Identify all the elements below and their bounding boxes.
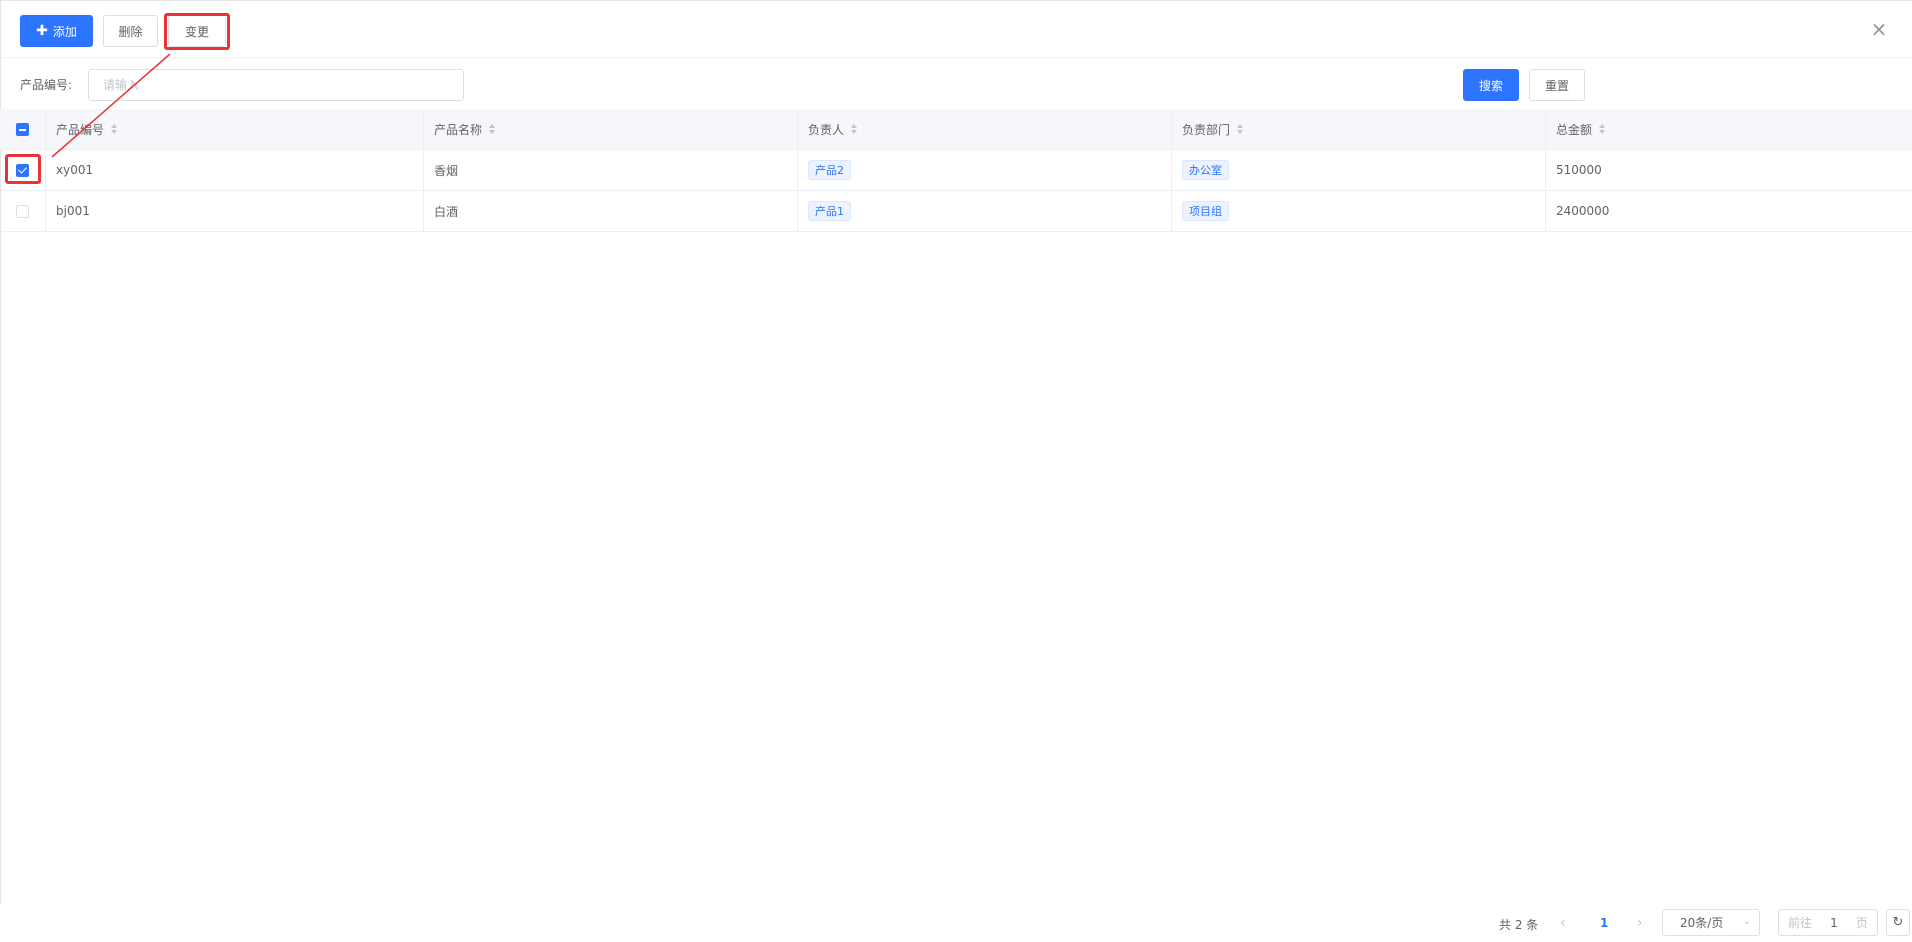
total-count: 共 2 条: [1499, 918, 1539, 932]
column-header-dept[interactable]: 负责部门: [1172, 109, 1546, 149]
cell-dept: 办公室: [1172, 150, 1546, 190]
column-header-code[interactable]: 产品编号: [46, 109, 424, 149]
sort-icon[interactable]: [1598, 123, 1606, 135]
column-header-label: 负责部门: [1182, 122, 1231, 137]
cell-code: xy001: [46, 150, 424, 190]
page-jumper[interactable]: 前往 1 页: [1778, 909, 1878, 936]
column-header-label: 产品名称: [434, 122, 483, 137]
add-button-label: 添加: [52, 24, 77, 39]
cell-name: 白酒: [424, 191, 798, 231]
select-all-checkbox[interactable]: [16, 122, 29, 136]
cell-owner: 产品1: [798, 191, 1172, 231]
column-header-label: 负责人: [808, 122, 845, 137]
select-all-cell: [0, 109, 46, 149]
sort-icon[interactable]: [110, 123, 118, 135]
prev-page-icon[interactable]: ‹: [1560, 915, 1566, 931]
goto-input[interactable]: 1: [1830, 916, 1838, 930]
reset-button[interactable]: 重置: [1529, 69, 1585, 101]
table-header-row: 产品编号 产品名称 负责人 负责部门 总金额: [0, 109, 1912, 150]
column-header-label: 产品编号: [56, 122, 105, 137]
delete-button-label: 删除: [118, 24, 143, 39]
search-button[interactable]: 搜索: [1463, 69, 1519, 101]
page-unit-label: 页: [1855, 916, 1868, 930]
change-button[interactable]: 变更: [168, 15, 226, 47]
cell-code: bj001: [46, 191, 424, 231]
pagination: 共 2 条 ‹ 1 › 20条/页 ⌄ 前往 1 页 ↻: [0, 904, 1912, 942]
cell-amount: 2400000: [1556, 204, 1610, 218]
product-table: 产品编号 产品名称 负责人 负责部门 总金额 xy001 香烟 产品2 办公室 …: [0, 109, 1912, 232]
product-code-input[interactable]: [88, 69, 464, 101]
column-header-owner[interactable]: 负责人: [798, 109, 1172, 149]
row-checkbox[interactable]: [16, 163, 29, 177]
column-header-label: 总金额: [1556, 122, 1593, 137]
sort-icon[interactable]: [850, 123, 858, 135]
owner-tag: 产品2: [808, 160, 851, 180]
cell-name: 香烟: [424, 150, 798, 190]
cell-dept: 项目组: [1172, 191, 1546, 231]
column-header-name[interactable]: 产品名称: [424, 109, 798, 149]
toolbar: ✚ 添加 删除 变更 ×: [0, 0, 1912, 58]
dept-tag: 办公室: [1182, 160, 1229, 180]
reset-button-label: 重置: [1544, 78, 1569, 93]
column-header-amount[interactable]: 总金额: [1546, 109, 1912, 149]
cell-owner: 产品2: [798, 150, 1172, 190]
chevron-down-icon: ⌄: [1742, 916, 1751, 927]
change-button-label: 变更: [184, 24, 209, 39]
row-select-cell: [0, 191, 46, 231]
table-row[interactable]: bj001 白酒 产品1 项目组 2400000: [0, 191, 1912, 232]
sort-icon[interactable]: [1236, 123, 1244, 135]
next-page-icon[interactable]: ›: [1637, 915, 1643, 931]
sort-icon[interactable]: [488, 123, 496, 135]
product-code-label: 产品编号:: [20, 78, 73, 92]
plus-icon: ✚: [36, 23, 48, 39]
row-select-cell: [0, 150, 46, 190]
dept-tag: 项目组: [1182, 201, 1229, 221]
goto-label: 前往: [1788, 916, 1813, 930]
add-button[interactable]: ✚ 添加: [20, 15, 93, 47]
row-checkbox[interactable]: [16, 204, 29, 218]
refresh-icon[interactable]: ↻: [1886, 909, 1910, 936]
search-button-label: 搜索: [1478, 78, 1503, 93]
table-row[interactable]: xy001 香烟 产品2 办公室 510000: [0, 150, 1912, 191]
delete-button[interactable]: 删除: [103, 15, 158, 47]
page-number[interactable]: 1: [1600, 916, 1608, 930]
cell-amount: 510000: [1556, 163, 1602, 177]
page-size-value: 20条/页: [1680, 916, 1724, 930]
page-size-select[interactable]: 20条/页 ⌄: [1662, 909, 1760, 936]
close-icon[interactable]: ×: [1868, 18, 1890, 40]
owner-tag: 产品1: [808, 201, 851, 221]
